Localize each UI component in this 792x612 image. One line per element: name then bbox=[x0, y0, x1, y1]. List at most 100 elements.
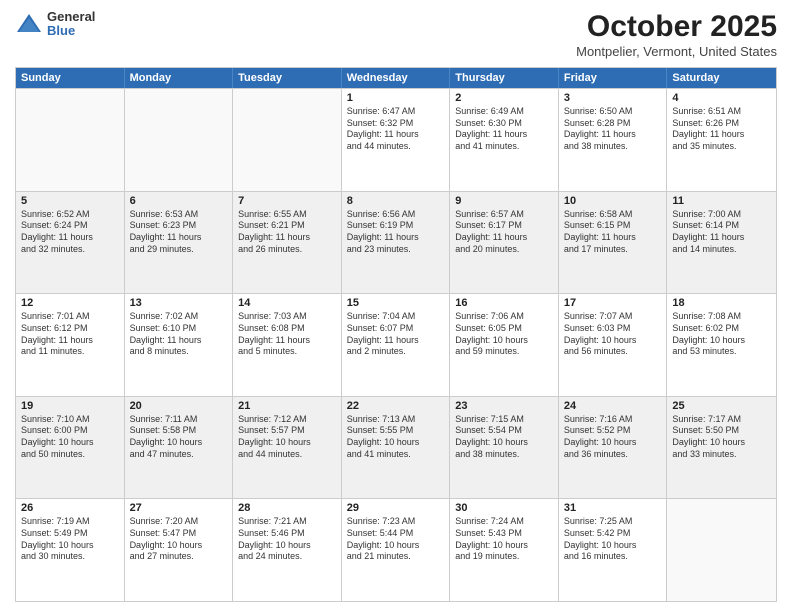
day-number: 30 bbox=[455, 502, 553, 514]
day-info: Sunrise: 7:24 AM Sunset: 5:43 PM Dayligh… bbox=[455, 516, 553, 563]
day-info: Sunrise: 6:58 AM Sunset: 6:15 PM Dayligh… bbox=[564, 209, 662, 256]
calendar-cell: 27 Sunrise: 7:20 AM Sunset: 5:47 PM Dayli… bbox=[125, 499, 234, 601]
day-info: Sunrise: 7:13 AM Sunset: 5:55 PM Dayligh… bbox=[347, 414, 445, 461]
calendar-cell bbox=[667, 499, 776, 601]
day-info: Sunrise: 7:23 AM Sunset: 5:44 PM Dayligh… bbox=[347, 516, 445, 563]
day-number: 7 bbox=[238, 195, 336, 207]
calendar-row-5: 26 Sunrise: 7:19 AM Sunset: 5:49 PM Dayli… bbox=[16, 498, 776, 601]
logo-general: General bbox=[47, 10, 95, 24]
day-info: Sunrise: 7:02 AM Sunset: 6:10 PM Dayligh… bbox=[130, 311, 228, 358]
day-number: 5 bbox=[21, 195, 119, 207]
calendar-header: SundayMondayTuesdayWednesdayThursdayFrid… bbox=[16, 68, 776, 88]
day-number: 25 bbox=[672, 400, 771, 412]
calendar-cell: 22 Sunrise: 7:13 AM Sunset: 5:55 PM Dayli… bbox=[342, 397, 451, 499]
day-number: 26 bbox=[21, 502, 119, 514]
day-info: Sunrise: 7:16 AM Sunset: 5:52 PM Dayligh… bbox=[564, 414, 662, 461]
calendar-cell: 16Sunrise: 7:06 AM Sunset: 6:05 PM Dayli… bbox=[450, 294, 559, 396]
calendar: SundayMondayTuesdayWednesdayThursdayFrid… bbox=[15, 67, 777, 602]
calendar-cell: 6 Sunrise: 6:53 AM Sunset: 6:23 PM Daylig… bbox=[125, 192, 234, 294]
day-number: 4 bbox=[672, 92, 771, 104]
calendar-cell: 25 Sunrise: 7:17 AM Sunset: 5:50 PM Dayli… bbox=[667, 397, 776, 499]
calendar-cell: 8 Sunrise: 6:56 AM Sunset: 6:19 PM Daylig… bbox=[342, 192, 451, 294]
calendar-cell: 18 Sunrise: 7:08 AM Sunset: 6:02 PM Dayli… bbox=[667, 294, 776, 396]
day-info: Sunrise: 7:20 AM Sunset: 5:47 PM Dayligh… bbox=[130, 516, 228, 563]
calendar-cell: 3 Sunrise: 6:50 AM Sunset: 6:28 PM Daylig… bbox=[559, 89, 668, 191]
calendar-cell: 14Sunrise: 7:03 AM Sunset: 6:08 PM Dayli… bbox=[233, 294, 342, 396]
day-info: Sunrise: 7:10 AM Sunset: 6:00 PM Dayligh… bbox=[21, 414, 119, 461]
day-info: Sunrise: 7:25 AM Sunset: 5:42 PM Dayligh… bbox=[564, 516, 662, 563]
day-number: 18 bbox=[672, 297, 771, 309]
title-area: October 2025 Montpelier, Vermont, United… bbox=[576, 10, 777, 59]
header: General Blue October 2025 Montpelier, Ve… bbox=[15, 10, 777, 59]
day-info: Sunrise: 7:00 AM Sunset: 6:14 PM Dayligh… bbox=[672, 209, 771, 256]
day-number: 1 bbox=[347, 92, 445, 104]
day-number: 2 bbox=[455, 92, 553, 104]
day-number: 13 bbox=[130, 297, 228, 309]
header-day-thursday: Thursday bbox=[450, 68, 559, 88]
day-number: 28 bbox=[238, 502, 336, 514]
day-number: 21 bbox=[238, 400, 336, 412]
day-number: 19 bbox=[21, 400, 119, 412]
header-day-wednesday: Wednesday bbox=[342, 68, 451, 88]
calendar-cell: 12Sunrise: 7:01 AM Sunset: 6:12 PM Dayli… bbox=[16, 294, 125, 396]
calendar-cell: 20Sunrise: 7:11 AM Sunset: 5:58 PM Dayli… bbox=[125, 397, 234, 499]
day-info: Sunrise: 6:55 AM Sunset: 6:21 PM Dayligh… bbox=[238, 209, 336, 256]
day-number: 14 bbox=[238, 297, 336, 309]
day-number: 27 bbox=[130, 502, 228, 514]
calendar-row-3: 12Sunrise: 7:01 AM Sunset: 6:12 PM Dayli… bbox=[16, 293, 776, 396]
day-number: 8 bbox=[347, 195, 445, 207]
calendar-cell: 4 Sunrise: 6:51 AM Sunset: 6:26 PM Daylig… bbox=[667, 89, 776, 191]
day-info: Sunrise: 6:52 AM Sunset: 6:24 PM Dayligh… bbox=[21, 209, 119, 256]
header-day-monday: Monday bbox=[125, 68, 234, 88]
day-info: Sunrise: 7:19 AM Sunset: 5:49 PM Dayligh… bbox=[21, 516, 119, 563]
calendar-cell: 19 Sunrise: 7:10 AM Sunset: 6:00 PM Dayli… bbox=[16, 397, 125, 499]
location-subtitle: Montpelier, Vermont, United States bbox=[576, 44, 777, 59]
calendar-cell bbox=[125, 89, 234, 191]
day-info: Sunrise: 6:51 AM Sunset: 6:26 PM Dayligh… bbox=[672, 106, 771, 153]
day-number: 10 bbox=[564, 195, 662, 207]
calendar-row-4: 19 Sunrise: 7:10 AM Sunset: 6:00 PM Dayli… bbox=[16, 396, 776, 499]
day-info: Sunrise: 6:49 AM Sunset: 6:30 PM Dayligh… bbox=[455, 106, 553, 153]
calendar-cell: 9 Sunrise: 6:57 AM Sunset: 6:17 PM Daylig… bbox=[450, 192, 559, 294]
calendar-cell: 23 Sunrise: 7:15 AM Sunset: 5:54 PM Dayli… bbox=[450, 397, 559, 499]
day-info: Sunrise: 7:04 AM Sunset: 6:07 PM Dayligh… bbox=[347, 311, 445, 358]
day-info: Sunrise: 7:21 AM Sunset: 5:46 PM Dayligh… bbox=[238, 516, 336, 563]
header-day-sunday: Sunday bbox=[16, 68, 125, 88]
header-day-tuesday: Tuesday bbox=[233, 68, 342, 88]
day-number: 24 bbox=[564, 400, 662, 412]
day-info: Sunrise: 6:53 AM Sunset: 6:23 PM Dayligh… bbox=[130, 209, 228, 256]
day-info: Sunrise: 6:57 AM Sunset: 6:17 PM Dayligh… bbox=[455, 209, 553, 256]
calendar-cell: 10 Sunrise: 6:58 AM Sunset: 6:15 PM Dayli… bbox=[559, 192, 668, 294]
day-number: 17 bbox=[564, 297, 662, 309]
day-info: Sunrise: 6:47 AM Sunset: 6:32 PM Dayligh… bbox=[347, 106, 445, 153]
calendar-cell: 5 Sunrise: 6:52 AM Sunset: 6:24 PM Daylig… bbox=[16, 192, 125, 294]
day-number: 9 bbox=[455, 195, 553, 207]
logo-text: General Blue bbox=[47, 10, 95, 39]
day-number: 12 bbox=[21, 297, 119, 309]
day-info: Sunrise: 7:11 AM Sunset: 5:58 PM Dayligh… bbox=[130, 414, 228, 461]
day-info: Sunrise: 6:56 AM Sunset: 6:19 PM Dayligh… bbox=[347, 209, 445, 256]
day-info: Sunrise: 7:07 AM Sunset: 6:03 PM Dayligh… bbox=[564, 311, 662, 358]
logo-icon bbox=[15, 10, 43, 38]
day-info: Sunrise: 6:50 AM Sunset: 6:28 PM Dayligh… bbox=[564, 106, 662, 153]
calendar-cell: 17 Sunrise: 7:07 AM Sunset: 6:03 PM Dayli… bbox=[559, 294, 668, 396]
day-number: 3 bbox=[564, 92, 662, 104]
month-title: October 2025 bbox=[576, 10, 777, 44]
day-number: 29 bbox=[347, 502, 445, 514]
day-info: Sunrise: 7:15 AM Sunset: 5:54 PM Dayligh… bbox=[455, 414, 553, 461]
calendar-cell: 31 Sunrise: 7:25 AM Sunset: 5:42 PM Dayli… bbox=[559, 499, 668, 601]
day-number: 31 bbox=[564, 502, 662, 514]
calendar-cell: 30 Sunrise: 7:24 AM Sunset: 5:43 PM Dayli… bbox=[450, 499, 559, 601]
calendar-cell: 29 Sunrise: 7:23 AM Sunset: 5:44 PM Dayli… bbox=[342, 499, 451, 601]
calendar-cell: 1 Sunrise: 6:47 AM Sunset: 6:32 PM Daylig… bbox=[342, 89, 451, 191]
day-number: 23 bbox=[455, 400, 553, 412]
day-info: Sunrise: 7:17 AM Sunset: 5:50 PM Dayligh… bbox=[672, 414, 771, 461]
day-info: Sunrise: 7:08 AM Sunset: 6:02 PM Dayligh… bbox=[672, 311, 771, 358]
day-number: 22 bbox=[347, 400, 445, 412]
day-info: Sunrise: 7:06 AM Sunset: 6:05 PM Dayligh… bbox=[455, 311, 553, 358]
calendar-cell: 11Sunrise: 7:00 AM Sunset: 6:14 PM Dayli… bbox=[667, 192, 776, 294]
calendar-cell: 24 Sunrise: 7:16 AM Sunset: 5:52 PM Dayli… bbox=[559, 397, 668, 499]
page: General Blue October 2025 Montpelier, Ve… bbox=[0, 0, 792, 612]
day-number: 6 bbox=[130, 195, 228, 207]
calendar-row-2: 5 Sunrise: 6:52 AM Sunset: 6:24 PM Daylig… bbox=[16, 191, 776, 294]
